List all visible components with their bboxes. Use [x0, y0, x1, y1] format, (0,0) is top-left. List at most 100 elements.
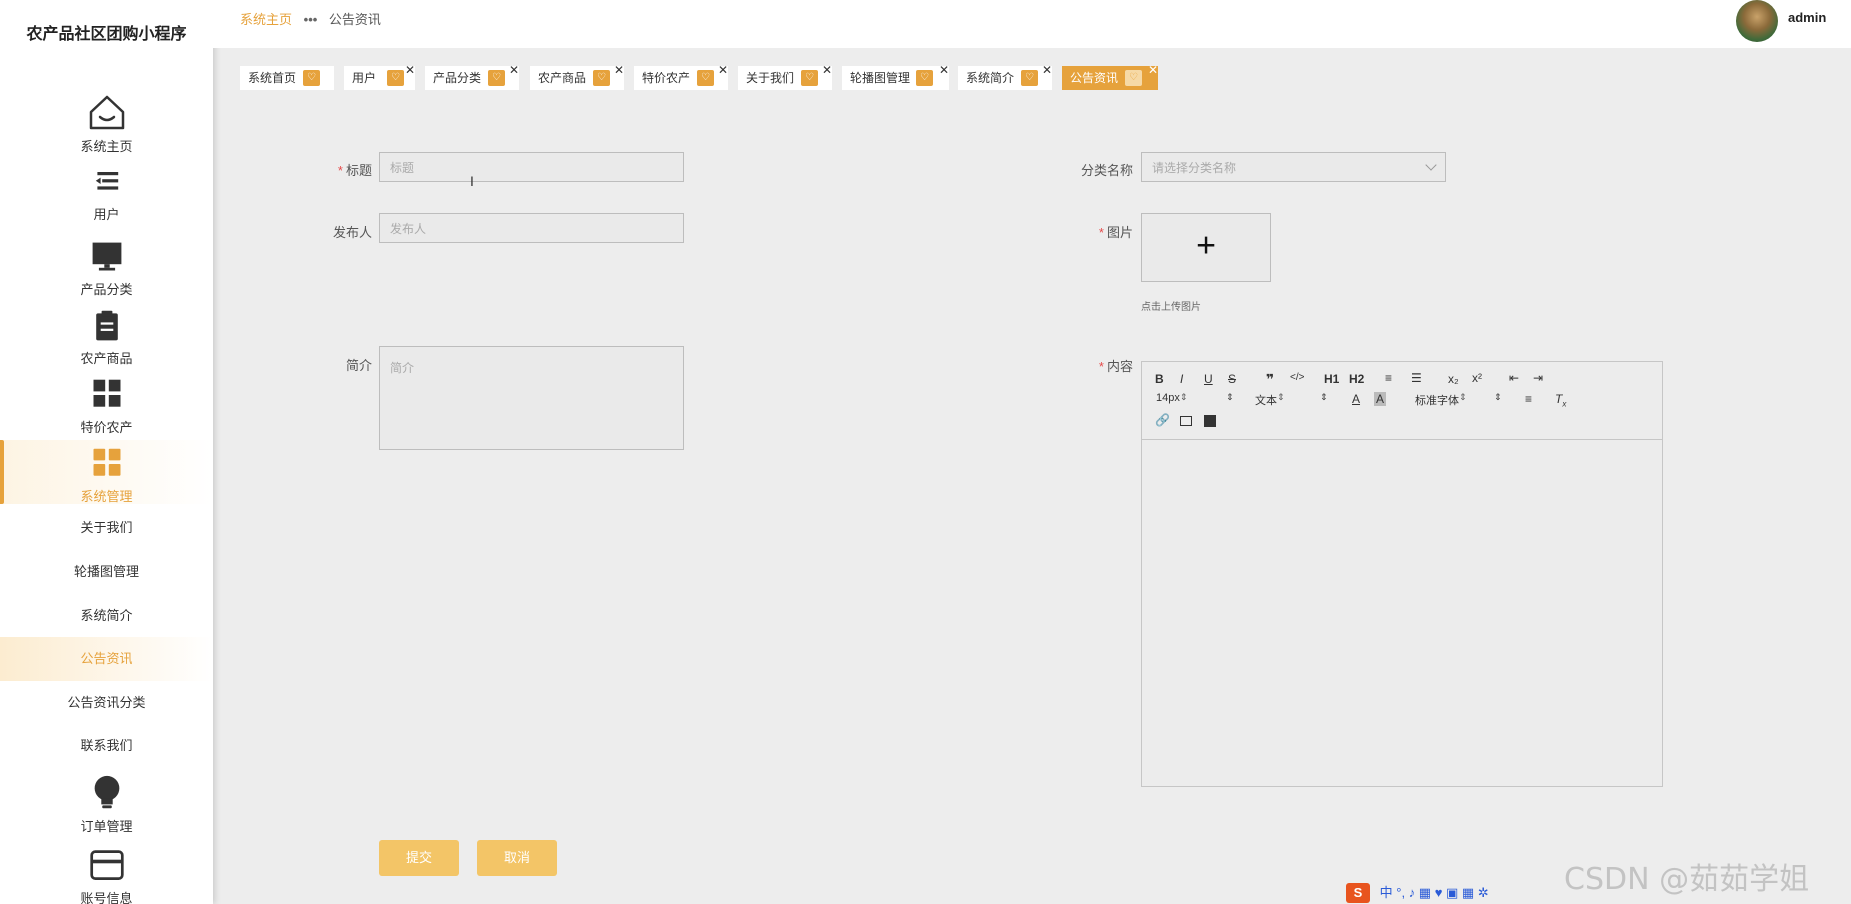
sidebar-item-label: 系统主页 [80, 139, 133, 154]
sogou-logo-icon: S [1346, 883, 1370, 903]
tab-label: 系统首页 [248, 71, 297, 85]
h1-button[interactable]: H1 [1324, 372, 1339, 386]
grid-icon [93, 448, 120, 476]
sidebar-item-orders[interactable]: 订单管理 [0, 774, 213, 835]
heart-icon: ♡ [303, 70, 320, 86]
italic-button[interactable]: I [1180, 372, 1183, 386]
username[interactable]: admin [1788, 10, 1826, 25]
image-label: * 图片 [1098, 225, 1133, 240]
tab-label: 轮播图管理 [850, 71, 911, 85]
title-input[interactable]: 标题 [379, 152, 684, 182]
tab-users[interactable]: 用户 ♡ ✕ [344, 63, 415, 90]
tab-product-category[interactable]: 产品分类 ♡ ✕ [425, 63, 519, 90]
close-icon[interactable]: ✕ [1148, 58, 1158, 82]
paragraph-select[interactable]: 文本 [1255, 392, 1285, 408]
subscript-button[interactable]: x₂ [1448, 372, 1459, 386]
home-icon [89, 95, 124, 130]
ime-toolbar[interactable]: S 中 °, ♪ ▦ ♥ ▣ ▦ ✲ [1346, 882, 1489, 904]
breadcrumb-home[interactable]: 系统主页 [240, 12, 292, 27]
tab-label: 关于我们 [746, 71, 795, 85]
clear-format-icon[interactable]: Tx [1555, 392, 1566, 408]
heart-icon: ♡ [801, 70, 818, 86]
sidebar-subitem-contact-us[interactable]: 联系我们 [0, 724, 213, 768]
sidebar-subitem-announcements[interactable]: 公告资讯 [0, 637, 213, 681]
sidebar-item-special-offers[interactable]: 特价农产 [0, 377, 213, 436]
tab-carousel[interactable]: 轮播图管理 ♡ ✕ [842, 63, 949, 90]
image-icon[interactable] [1180, 416, 1192, 426]
upload-hint: 点击上传图片 [1141, 302, 1201, 313]
sidebar-subitem-about-us[interactable]: 关于我们 [0, 506, 213, 550]
card-icon [89, 850, 124, 880]
required-mark: * [337, 163, 343, 178]
sidebar-item-label: 系统管理 [80, 489, 133, 504]
breadcrumb-current: 公告资讯 [328, 12, 381, 27]
paragraph-arrow-icon: ⇕ [1320, 392, 1328, 402]
video-icon[interactable] [1204, 415, 1216, 427]
close-icon[interactable]: ✕ [509, 58, 519, 82]
tab-announcements[interactable]: 公告资讯 ♡ ✕ [1062, 63, 1158, 90]
sidebar: 农产品社区团购小程序 系统主页 用户 产品分类 农产商品 特价农产 系统管理 关… [0, 0, 213, 904]
close-icon[interactable]: ✕ [939, 58, 949, 82]
close-icon[interactable]: ✕ [718, 58, 728, 82]
sidebar-item-label: 产品分类 [80, 282, 133, 297]
tab-system-home[interactable]: 系统首页 ♡ [240, 66, 334, 90]
submit-button[interactable]: 提交 [379, 840, 459, 876]
image-upload[interactable]: + [1141, 213, 1271, 282]
font-family-select[interactable]: 标准字体 [1415, 392, 1467, 408]
required-mark: * [1098, 225, 1104, 240]
outdent-button[interactable]: ⇤ [1509, 371, 1519, 385]
plus-icon: + [1196, 226, 1216, 265]
font-size-select[interactable]: 14px [1156, 392, 1236, 404]
sidebar-item-farm-products[interactable]: 农产商品 [0, 308, 213, 367]
summary-textarea[interactable]: 简介 [379, 346, 684, 450]
tab-label: 特价农产 [642, 71, 691, 85]
avatar[interactable] [1736, 0, 1778, 42]
tab-special-offers[interactable]: 特价农产 ♡ ✕ [634, 63, 728, 90]
link-icon[interactable]: 🔗 [1155, 413, 1170, 427]
editor-toolbar: B I U S ❞ </> H1 H2 ≡ ☰ x₂ x² ⇤ ⇥ 14px ⇕… [1142, 362, 1662, 440]
close-icon[interactable]: ✕ [405, 58, 415, 82]
cancel-button[interactable]: 取消 [477, 840, 557, 876]
tab-label: 用户 [352, 71, 377, 85]
sidebar-item-account[interactable]: 账号信息 [0, 848, 213, 904]
tab-system-intro[interactable]: 系统简介 ♡ ✕ [958, 63, 1052, 90]
close-icon[interactable]: ✕ [614, 58, 624, 82]
font-color-icon[interactable]: A [1352, 392, 1360, 406]
font-size-arrow-icon: ⇕ [1226, 392, 1234, 402]
h2-button[interactable]: H2 [1349, 372, 1364, 386]
tab-about-us[interactable]: 关于我们 ♡ ✕ [738, 63, 832, 90]
quote-button[interactable]: ❞ [1266, 371, 1274, 388]
list-icon [95, 172, 118, 190]
sidebar-subitem-announcement-category[interactable]: 公告资讯分类 [0, 681, 213, 725]
tab-farm-products[interactable]: 农产商品 ♡ ✕ [530, 63, 624, 90]
sidebar-subitem-system-intro[interactable]: 系统简介 [0, 594, 213, 638]
bold-button[interactable]: B [1155, 372, 1164, 386]
heart-icon: ♡ [1021, 70, 1038, 86]
ordered-list-button[interactable]: ≡ [1385, 371, 1392, 385]
heart-icon: ♡ [916, 70, 933, 86]
sidebar-item-users[interactable]: 用户 [0, 168, 213, 223]
background-color-icon[interactable]: A [1374, 392, 1387, 406]
sidebar-item-label: 用户 [93, 207, 120, 222]
sidebar-item-label: 账号信息 [80, 891, 133, 904]
close-icon[interactable]: ✕ [822, 58, 832, 82]
strike-button[interactable]: S [1228, 372, 1236, 386]
close-icon[interactable]: ✕ [1042, 58, 1052, 82]
heart-icon: ♡ [1125, 70, 1142, 86]
category-placeholder: 请选择分类名称 [1152, 161, 1237, 175]
bullet-list-button[interactable]: ☰ [1411, 371, 1422, 385]
align-icon[interactable]: ≡ [1525, 392, 1532, 406]
indent-button[interactable]: ⇥ [1533, 371, 1543, 385]
publisher-input[interactable]: 发布人 [379, 213, 684, 243]
superscript-button[interactable]: x² [1472, 371, 1482, 385]
underline-button[interactable]: U [1204, 372, 1213, 386]
breadcrumb: 系统主页 ••• 公告资讯 [240, 9, 381, 28]
sidebar-item-home[interactable]: 系统主页 [0, 92, 213, 155]
sidebar-item-system-management[interactable]: 系统管理 [0, 440, 213, 504]
sidebar-item-label: 农产商品 [80, 351, 133, 366]
sidebar-item-product-category[interactable]: 产品分类 [0, 239, 213, 298]
rich-text-editor[interactable]: B I U S ❞ </> H1 H2 ≡ ☰ x₂ x² ⇤ ⇥ 14px ⇕… [1141, 361, 1663, 787]
code-button[interactable]: </> [1290, 372, 1304, 383]
sidebar-subitem-carousel[interactable]: 轮播图管理 [0, 550, 213, 594]
category-select[interactable]: 请选择分类名称 [1141, 152, 1446, 182]
